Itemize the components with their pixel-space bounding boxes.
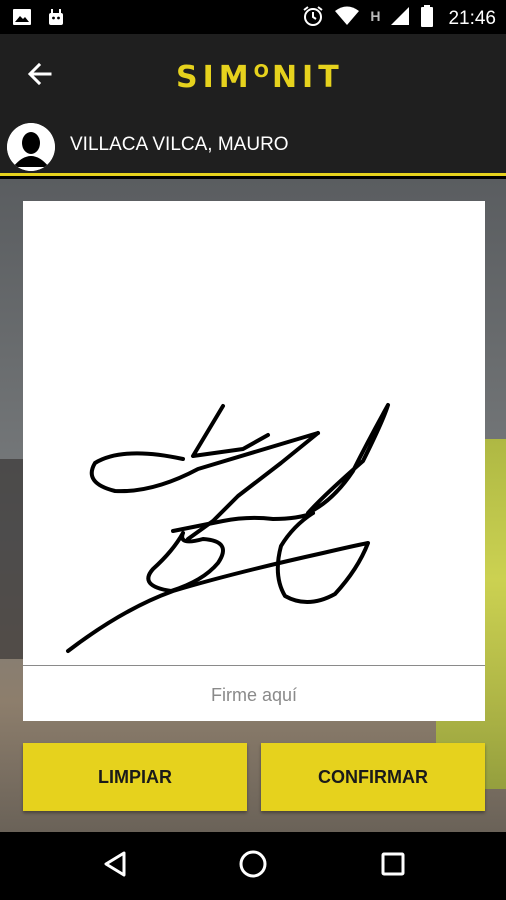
status-bar: H 21:46 <box>0 0 506 34</box>
signature-pad[interactable] <box>23 201 485 665</box>
network-type-indicator: H <box>370 7 381 24</box>
logo-text-right: NIT <box>271 60 344 95</box>
user-silhouette-icon <box>7 123 55 171</box>
signature-drawing <box>66 403 390 653</box>
clear-button[interactable]: LIMPIAR <box>23 743 247 811</box>
battery-icon <box>420 5 434 32</box>
clock: 21:46 <box>448 7 496 29</box>
nav-recents-button[interactable] <box>376 849 410 883</box>
confirm-button[interactable]: CONFIRMAR <box>261 743 485 811</box>
back-triangle-icon <box>102 850 128 883</box>
logo-text-left: SIM <box>176 60 254 95</box>
recents-square-icon <box>380 851 406 882</box>
logo-text-raised: O <box>253 61 272 82</box>
user-name: VILLACA VILCA, MAURO <box>70 134 289 155</box>
app-bar: SIMONIT <box>0 34 506 118</box>
home-circle-icon <box>238 849 268 884</box>
android-icon <box>46 7 66 32</box>
user-bar: VILLACA VILCA, MAURO <box>0 118 506 176</box>
app-logo: SIMONIT <box>176 60 344 100</box>
signal-icon <box>390 6 410 31</box>
back-button[interactable] <box>20 56 60 96</box>
signature-card: Firme aquí <box>23 201 485 721</box>
nav-back-button[interactable] <box>98 849 132 883</box>
wifi-icon <box>334 6 360 31</box>
image-icon <box>12 7 32 32</box>
signature-baseline <box>23 665 485 666</box>
alarm-icon <box>302 5 324 32</box>
arrow-left-icon <box>26 60 54 93</box>
signature-hint: Firme aquí <box>210 685 298 705</box>
nav-home-button[interactable] <box>236 849 270 883</box>
avatar <box>7 123 55 171</box>
system-nav-bar <box>0 832 506 900</box>
